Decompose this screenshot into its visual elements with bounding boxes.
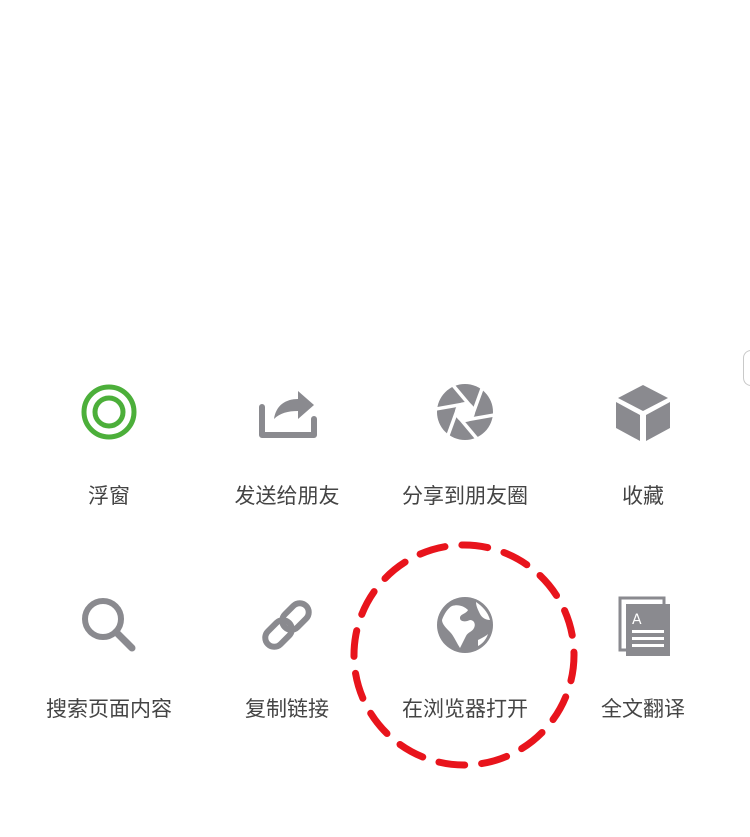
moments-shutter-icon bbox=[423, 370, 507, 454]
menu-item-copy-link[interactable]: 复制链接 bbox=[198, 575, 376, 788]
menu-label: 搜索页面内容 bbox=[46, 697, 172, 721]
menu-label: 收藏 bbox=[622, 484, 664, 508]
menu-label: 分享到朋友圈 bbox=[402, 484, 528, 508]
menu-label: 浮窗 bbox=[88, 484, 130, 508]
menu-label: 复制链接 bbox=[245, 697, 329, 721]
menu-label: 发送给朋友 bbox=[234, 484, 340, 508]
menu-item-translate[interactable]: A 全文翻译 bbox=[554, 575, 732, 788]
menu-item-send-to-friend[interactable]: 发送给朋友 bbox=[198, 362, 376, 575]
globe-icon bbox=[423, 583, 507, 667]
svg-text:A: A bbox=[632, 612, 642, 628]
link-icon bbox=[245, 583, 329, 667]
menu-item-open-in-browser[interactable]: 在浏览器打开 bbox=[376, 575, 554, 788]
translate-document-icon: A bbox=[601, 583, 685, 667]
side-edge-handle[interactable] bbox=[743, 350, 750, 386]
menu-label: 全文翻译 bbox=[601, 697, 685, 721]
cube-icon bbox=[601, 370, 685, 454]
search-icon bbox=[67, 583, 151, 667]
menu-item-favorite[interactable]: 收藏 bbox=[554, 362, 732, 575]
floating-window-icon bbox=[67, 370, 151, 454]
share-arrow-icon bbox=[245, 370, 329, 454]
menu-item-share-moments[interactable]: 分享到朋友圈 bbox=[376, 362, 554, 575]
menu-item-search-page[interactable]: 搜索页面内容 bbox=[20, 575, 198, 788]
menu-label: 在浏览器打开 bbox=[402, 697, 528, 721]
menu-item-floating-window[interactable]: 浮窗 bbox=[20, 362, 198, 575]
share-menu-screen: 浮窗 发送给朋友 分享到朋友圈 收藏 搜索页面内容 复制链接 在浏览器打开 A … bbox=[0, 0, 750, 837]
action-menu-grid: 浮窗 发送给朋友 分享到朋友圈 收藏 搜索页面内容 复制链接 在浏览器打开 A … bbox=[20, 362, 732, 788]
